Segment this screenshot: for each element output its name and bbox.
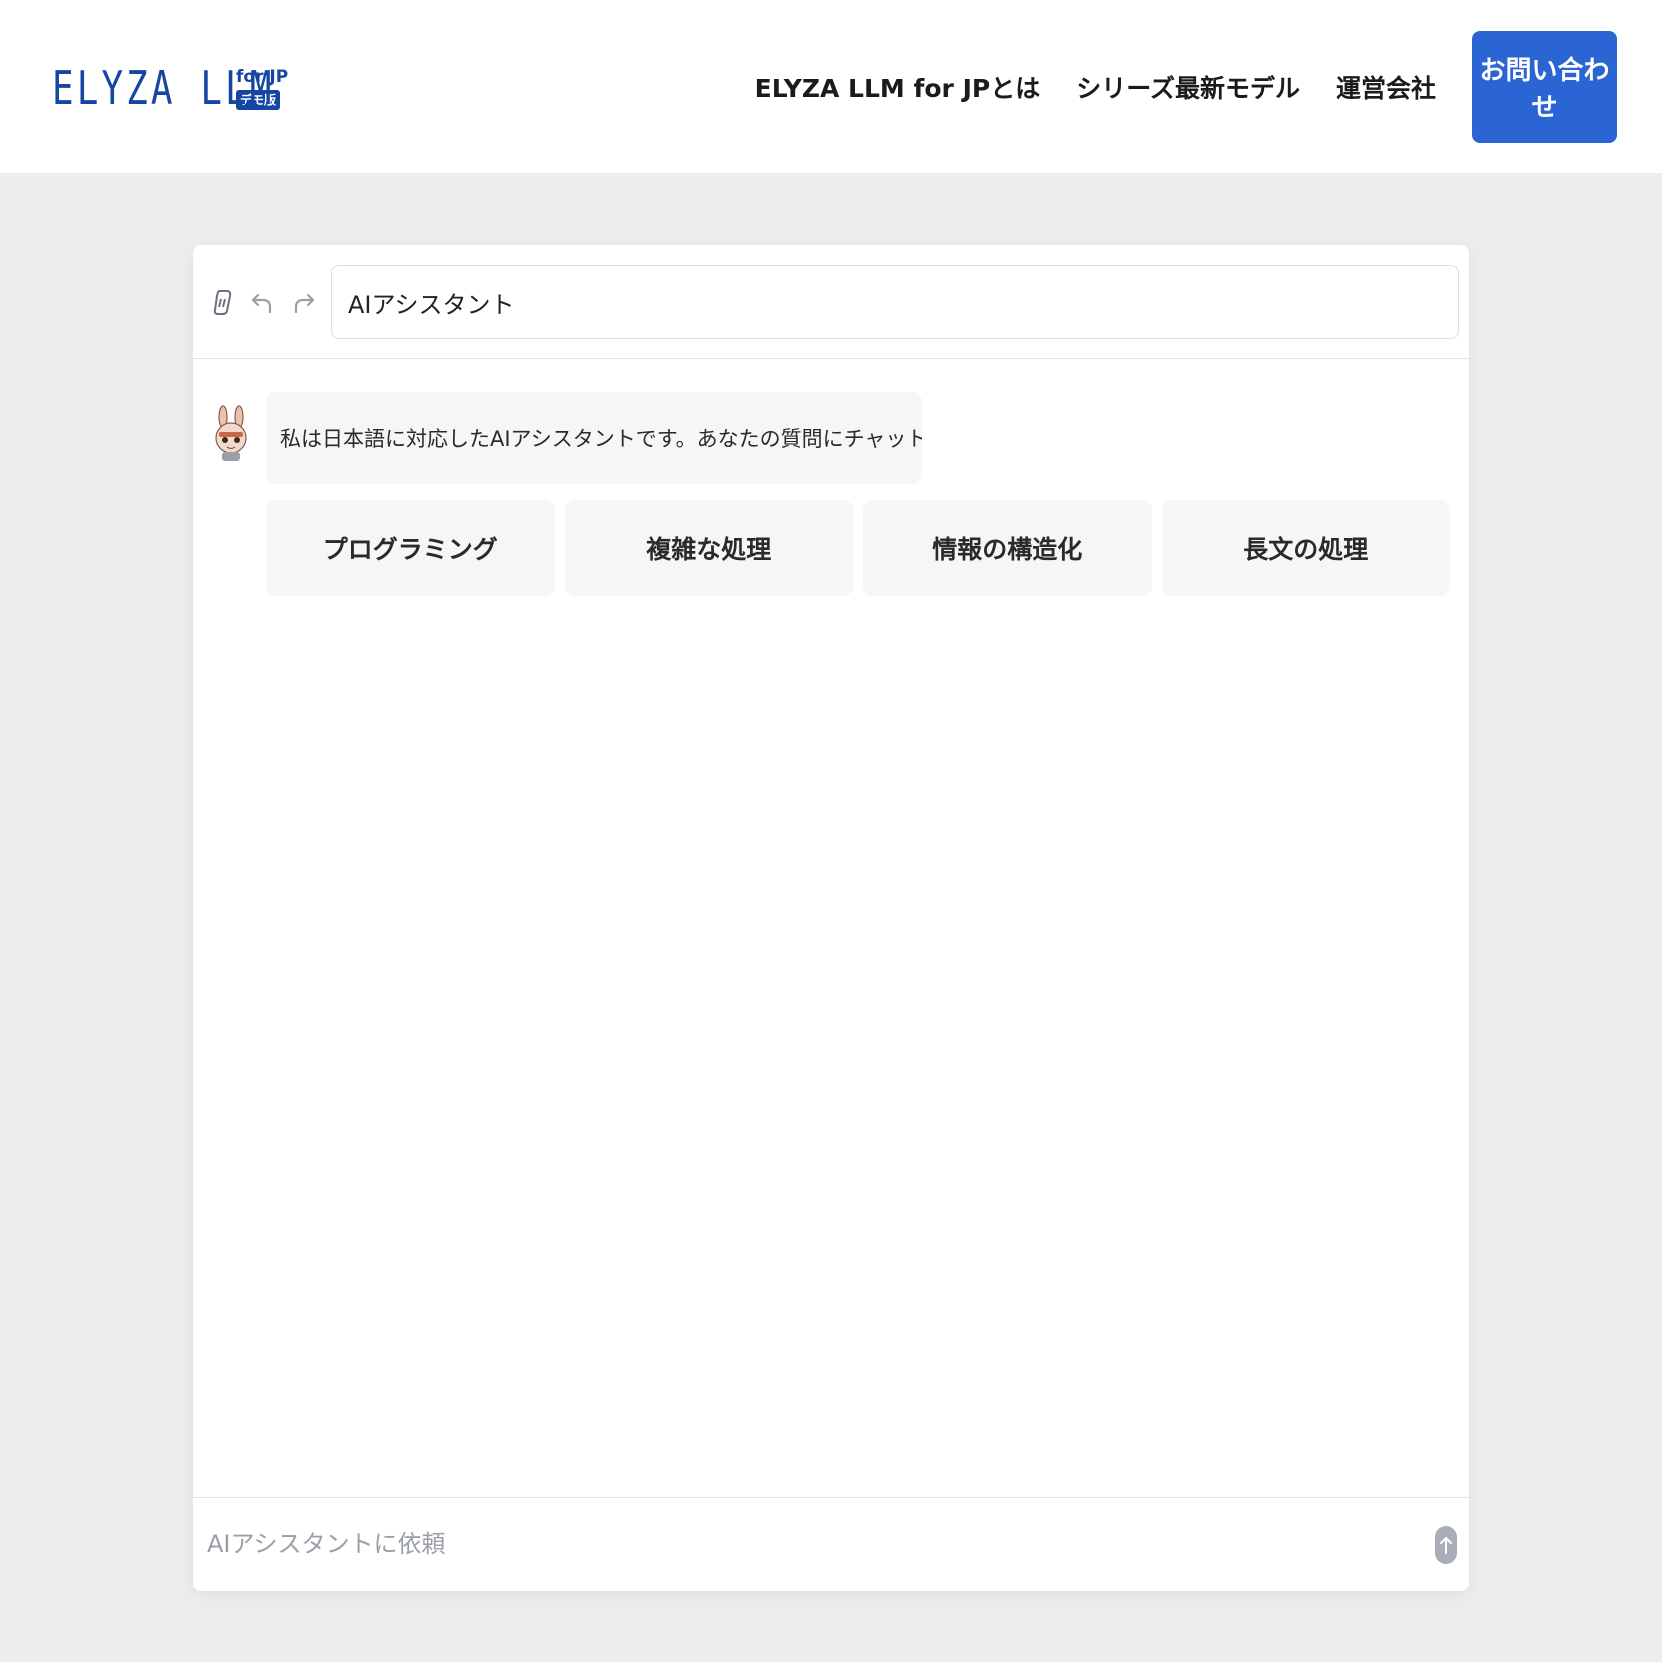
elyza-logo[interactable]: ELYZA LLM for JP デモ版 — [52, 58, 288, 114]
assistant-message: 私は日本語に対応したAIアシスタントです。あなたの質問にチャット形式で回答します… — [266, 392, 922, 484]
suggestion-structuring[interactable]: 情報の構造化 — [863, 500, 1152, 596]
message-input[interactable] — [207, 1512, 1387, 1576]
send-button[interactable] — [1435, 1526, 1457, 1564]
nav-company[interactable]: 運営会社 — [1336, 69, 1436, 105]
suggestion-list: プログラミング 複雑な処理 情報の構造化 長文の処理 — [266, 500, 1450, 596]
clear-chat-icon[interactable] — [205, 285, 239, 319]
nav-latest-models[interactable]: シリーズ最新モデル — [1076, 69, 1300, 105]
chat-toolbar — [193, 245, 1469, 359]
site-header: ELYZA LLM for JP デモ版 ELYZA LLM for JPとは … — [0, 0, 1662, 173]
logo-wordmark: ELYZA LLM — [52, 61, 275, 115]
suggestion-long-text[interactable]: 長文の処理 — [1161, 500, 1450, 596]
suggestion-complex-processing[interactable]: 複雑な処理 — [564, 500, 853, 596]
chat-panel: 私は日本語に対応したAIアシスタントです。あなたの質問にチャット形式で回答します… — [193, 245, 1469, 1591]
assistant-avatar — [211, 405, 251, 463]
undo-icon[interactable] — [245, 285, 279, 319]
message-composer — [193, 1497, 1469, 1591]
nav-about[interactable]: ELYZA LLM for JPとは — [755, 69, 1041, 105]
arrow-up-icon — [1440, 1537, 1452, 1554]
main-nav: ELYZA LLM for JPとは シリーズ最新モデル 運営会社 お問い合わせ — [755, 0, 1662, 173]
suggestion-programming[interactable]: プログラミング — [266, 500, 555, 596]
chat-title-input[interactable] — [331, 265, 1459, 339]
contact-button[interactable]: お問い合わせ — [1472, 30, 1617, 143]
redo-icon[interactable] — [287, 285, 321, 319]
message-list: 私は日本語に対応したAIアシスタントです。あなたの質問にチャット形式で回答します… — [193, 360, 1469, 1591]
